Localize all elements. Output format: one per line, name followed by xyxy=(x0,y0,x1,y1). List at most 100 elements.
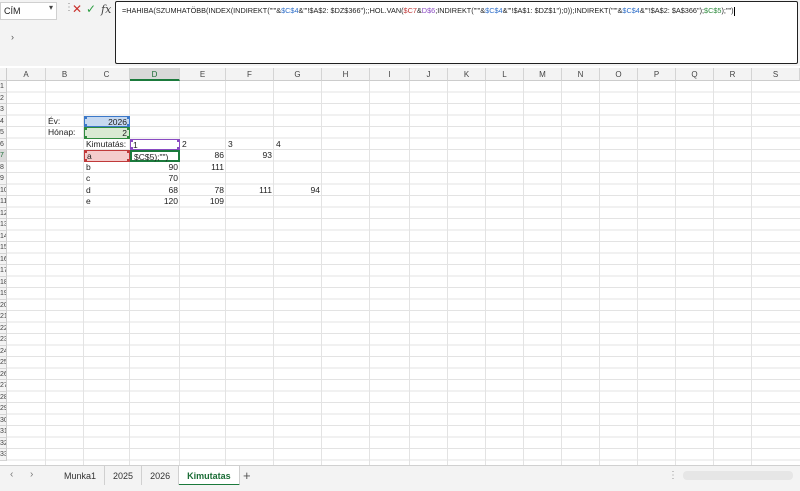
range-handle[interactable] xyxy=(130,147,133,150)
range-handle[interactable] xyxy=(127,158,130,162)
column-header-l[interactable]: L xyxy=(486,68,524,81)
row-header-6[interactable]: 6 xyxy=(0,138,7,150)
range-handle[interactable] xyxy=(84,127,87,130)
row-header-14[interactable]: 14 xyxy=(0,230,7,242)
row-header-29[interactable]: 29 xyxy=(0,403,7,415)
column-header-j[interactable]: J xyxy=(410,68,448,81)
cell-c4[interactable]: 2026 xyxy=(84,115,130,127)
range-handle[interactable] xyxy=(84,158,87,162)
cell-e7[interactable]: 86 xyxy=(180,150,226,162)
column-header-f[interactable]: F xyxy=(226,68,274,81)
column-header-a[interactable]: A xyxy=(7,68,46,81)
row-header-9[interactable]: 9 xyxy=(0,173,7,185)
column-header-h[interactable]: H xyxy=(322,68,370,81)
chevron-right-icon[interactable]: › xyxy=(30,469,33,480)
row-header-11[interactable]: 11 xyxy=(0,196,7,208)
row-header-7[interactable]: 7 xyxy=(0,150,7,162)
cell-c11[interactable]: e xyxy=(84,196,130,208)
row-header-27[interactable]: 27 xyxy=(0,380,7,392)
cell-d10[interactable]: 68 xyxy=(130,185,180,197)
cell-area[interactable]: Év: 2026 Hónap: 2 Kimutatás: 1 2 3 4 a $C$5);"") 86… xyxy=(7,81,800,465)
cell-d9[interactable]: 70 xyxy=(130,173,180,185)
column-header-k[interactable]: K xyxy=(448,68,486,81)
cell-c6[interactable]: Kimutatás: xyxy=(84,139,130,151)
row-header-2[interactable]: 2 xyxy=(0,92,7,104)
column-header-g[interactable]: G xyxy=(274,68,322,81)
column-header-q[interactable]: Q xyxy=(676,68,714,81)
cell-b4[interactable]: Év: xyxy=(46,116,84,128)
column-header-p[interactable]: P xyxy=(638,68,676,81)
row-header-16[interactable]: 16 xyxy=(0,253,7,265)
row-header-3[interactable]: 3 xyxy=(0,104,7,116)
row-header-26[interactable]: 26 xyxy=(0,368,7,380)
row-header-5[interactable]: 5 xyxy=(0,127,7,139)
cell-d6[interactable]: 1 xyxy=(130,138,180,150)
row-header-32[interactable]: 32 xyxy=(0,437,7,449)
cell-g6[interactable]: 4 xyxy=(274,139,322,151)
column-header-r[interactable]: R xyxy=(714,68,752,81)
add-sheet-icon[interactable]: + xyxy=(243,468,251,483)
column-header-s[interactable]: S xyxy=(752,68,800,81)
row-header-33[interactable]: 33 xyxy=(0,449,7,461)
column-header-c[interactable]: C xyxy=(84,68,130,81)
row-header-17[interactable]: 17 xyxy=(0,265,7,277)
cell-e10[interactable]: 78 xyxy=(180,185,226,197)
column-header-n[interactable]: N xyxy=(562,68,600,81)
cell-e6[interactable]: 2 xyxy=(180,139,226,151)
horizontal-scrollbar[interactable] xyxy=(683,471,793,480)
cell-c5[interactable]: 2 xyxy=(84,127,130,139)
column-header-e[interactable]: E xyxy=(180,68,226,81)
range-handle[interactable] xyxy=(127,150,130,153)
chevron-down-icon[interactable]: ▾ xyxy=(49,3,53,12)
chevron-right-icon[interactable]: › xyxy=(11,32,14,42)
row-header-23[interactable]: 23 xyxy=(0,334,7,346)
row-header-15[interactable]: 15 xyxy=(0,242,7,254)
row-header-13[interactable]: 13 xyxy=(0,219,7,231)
row-header-25[interactable]: 25 xyxy=(0,357,7,369)
cell-b5[interactable]: Hónap: xyxy=(46,127,84,139)
row-header-22[interactable]: 22 xyxy=(0,322,7,334)
chevron-left-icon[interactable]: ‹ xyxy=(10,469,13,480)
enter-icon[interactable]: ✓ xyxy=(86,2,96,16)
cell-e8[interactable]: 111 xyxy=(180,162,226,174)
column-header-m[interactable]: M xyxy=(524,68,562,81)
range-handle[interactable] xyxy=(84,150,87,153)
range-handle[interactable] xyxy=(84,135,87,139)
sheet-tab-kimutatas[interactable]: Kimutatas xyxy=(179,466,240,486)
column-header-i[interactable]: I xyxy=(370,68,410,81)
row-header-12[interactable]: 12 xyxy=(0,207,7,219)
row-header-8[interactable]: 8 xyxy=(0,161,7,173)
sheet-tab-2026[interactable]: 2026 xyxy=(142,466,180,486)
cell-f7[interactable]: 93 xyxy=(226,150,274,162)
row-header-28[interactable]: 28 xyxy=(0,391,7,403)
row-header-20[interactable]: 20 xyxy=(0,299,7,311)
range-handle[interactable] xyxy=(177,147,180,150)
cell-d8[interactable]: 90 xyxy=(130,162,180,174)
row-header-19[interactable]: 19 xyxy=(0,288,7,300)
sheet-tab-munka1[interactable]: Munka1 xyxy=(56,466,106,486)
cell-c7[interactable]: a xyxy=(84,150,130,162)
spreadsheet-grid[interactable]: ABCDEFGHIJKLMNOPQRS 12345678910111213141… xyxy=(0,68,800,465)
cell-g10[interactable]: 94 xyxy=(274,185,322,197)
cell-f10[interactable]: 111 xyxy=(226,185,274,197)
column-header-b[interactable]: B xyxy=(46,68,84,81)
tab-splitter-icon[interactable]: ⋮ xyxy=(668,470,678,481)
sheet-tab-2025[interactable]: 2025 xyxy=(105,466,143,486)
cell-f6[interactable]: 3 xyxy=(226,139,274,151)
range-handle[interactable] xyxy=(127,127,130,130)
cell-c9[interactable]: c xyxy=(84,173,130,185)
cell-d11[interactable]: 120 xyxy=(130,196,180,208)
range-handle[interactable] xyxy=(84,115,87,119)
cell-e11[interactable]: 109 xyxy=(180,196,226,208)
row-header-30[interactable]: 30 xyxy=(0,414,7,426)
row-header-10[interactable]: 10 xyxy=(0,184,7,196)
row-header-24[interactable]: 24 xyxy=(0,345,7,357)
cell-d7[interactable]: $C$5);"") xyxy=(130,150,180,162)
column-header-o[interactable]: O xyxy=(600,68,638,81)
range-handle[interactable] xyxy=(127,115,130,119)
range-handle[interactable] xyxy=(130,138,133,142)
row-header-18[interactable]: 18 xyxy=(0,276,7,288)
formula-input[interactable]: =HAHIBA(SZUMHATÖBB(INDEX(INDIREKT("'"&$C… xyxy=(115,1,798,64)
cell-c8[interactable]: b xyxy=(84,162,130,174)
row-header-4[interactable]: 4 xyxy=(0,115,7,127)
